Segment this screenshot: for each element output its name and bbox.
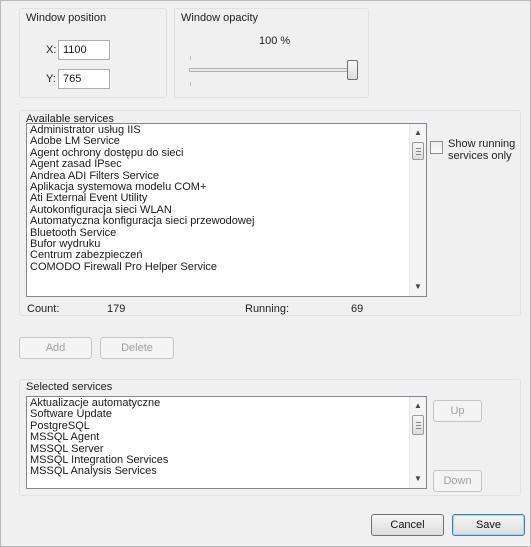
opacity-slider[interactable] xyxy=(187,56,359,86)
x-label: X: xyxy=(46,44,57,56)
window-opacity-title: Window opacity xyxy=(181,12,259,24)
running-value: 69 xyxy=(351,303,364,315)
opacity-slider-tick-start xyxy=(190,56,191,60)
settings-dialog: Window position X: 1100 Y: 765 Window op… xyxy=(0,0,531,547)
opacity-slider-thumb[interactable] xyxy=(347,60,358,80)
available-services-list[interactable]: Administrator usług IIS Adobe LM Service A… xyxy=(26,123,427,297)
scroll-up-arrow-icon[interactable]: ▲ xyxy=(410,125,426,141)
show-running-checkbox[interactable] xyxy=(430,141,443,154)
save-button[interactable]: Save xyxy=(452,514,525,536)
y-label: Y: xyxy=(46,73,56,85)
list-item[interactable]: MSSQL Analysis Services xyxy=(29,465,408,477)
available-services-items: Administrator usług IIS Adobe LM Service A… xyxy=(29,125,408,295)
list-item[interactable]: Automatyczna konfiguracja sieci przewodo… xyxy=(29,215,408,227)
scroll-down-arrow-icon[interactable]: ▼ xyxy=(410,279,426,295)
opacity-slider-tick-start-bottom xyxy=(190,82,191,86)
selected-services-scrollbar[interactable]: ▲ ▼ xyxy=(409,397,426,488)
window-position-title: Window position xyxy=(26,12,107,24)
running-label: Running: xyxy=(245,303,290,315)
selected-services-title: Selected services xyxy=(26,381,113,393)
cancel-button[interactable]: Cancel xyxy=(371,514,444,536)
selected-services-items: Aktualizacje automatyczne Software Update… xyxy=(29,398,408,487)
down-button[interactable]: Down xyxy=(433,470,482,492)
opacity-value-text: 100 % xyxy=(259,35,291,47)
list-item[interactable]: COMODO Firewall Pro Helper Service xyxy=(29,261,408,273)
list-item[interactable]: MSSQL Agent xyxy=(29,431,408,443)
x-position-input[interactable]: 1100 xyxy=(58,40,110,60)
scrollbar-thumb[interactable] xyxy=(412,142,424,160)
opacity-slider-track xyxy=(189,68,357,72)
count-label: Count: xyxy=(27,303,60,315)
selected-services-list[interactable]: Aktualizacje automatyczne Software Update… xyxy=(26,396,427,489)
list-item[interactable]: Centrum zabezpieczeń xyxy=(29,249,408,261)
delete-button[interactable]: Delete xyxy=(100,337,174,359)
scroll-down-arrow-icon[interactable]: ▼ xyxy=(410,471,426,487)
y-position-input[interactable]: 765 xyxy=(58,69,110,89)
scrollbar-thumb[interactable] xyxy=(412,415,424,435)
scroll-up-arrow-icon[interactable]: ▲ xyxy=(410,398,426,414)
add-button[interactable]: Add xyxy=(19,337,92,359)
list-item[interactable]: Agent zasad IPsec xyxy=(29,158,408,170)
count-value: 179 xyxy=(107,303,126,315)
up-button[interactable]: Up xyxy=(433,400,482,422)
show-running-label[interactable]: Show running services only xyxy=(448,138,522,162)
available-services-scrollbar[interactable]: ▲ ▼ xyxy=(409,124,426,296)
